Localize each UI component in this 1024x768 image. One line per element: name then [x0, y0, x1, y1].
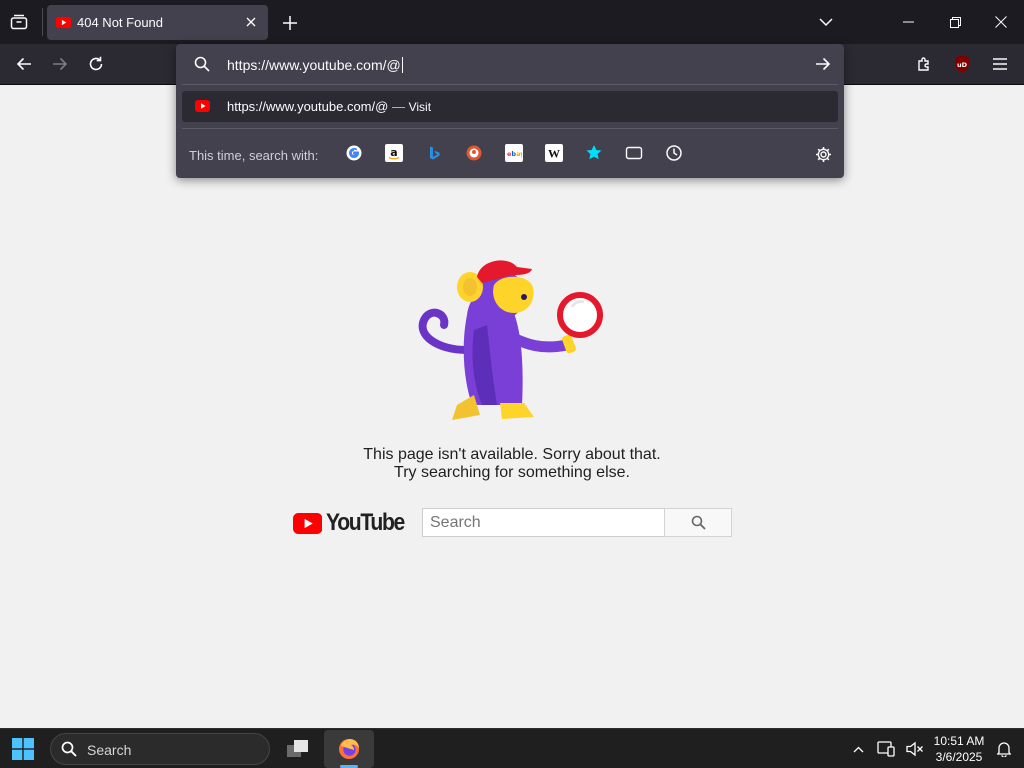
windows-start-icon[interactable]	[11, 737, 35, 761]
youtube-search-input[interactable]	[422, 508, 665, 537]
minimize-icon[interactable]	[897, 11, 919, 33]
bing-engine-icon[interactable]	[425, 144, 443, 162]
new-tab-icon[interactable]	[279, 12, 301, 34]
text-caret	[401, 57, 403, 73]
svg-text:a: a	[390, 146, 397, 159]
taskbar-firefox-button[interactable]	[324, 730, 374, 768]
history-clock-icon[interactable]	[665, 144, 683, 162]
close-window-icon[interactable]	[990, 11, 1012, 33]
suggestion-url: https://www.youtube.com/@ — Visit	[227, 99, 432, 114]
go-arrow-icon[interactable]	[812, 53, 834, 75]
search-icon	[691, 515, 706, 530]
divider	[182, 128, 838, 129]
svg-text:ebay: ebay	[507, 150, 522, 158]
suggestion-action: Visit	[408, 100, 432, 114]
list-all-tabs-icon[interactable]	[815, 11, 837, 33]
tab-list-icon[interactable]	[8, 12, 30, 32]
close-tab-icon[interactable]	[241, 12, 261, 32]
amazon-engine-icon[interactable]: a	[385, 144, 403, 162]
divider	[182, 84, 838, 85]
settings-gear-icon[interactable]	[812, 143, 834, 165]
volume-muted-icon[interactable]	[904, 738, 926, 760]
task-view-icon[interactable]	[285, 737, 311, 761]
one-off-search-label: This time, search with:	[189, 148, 319, 163]
error-message: This page isn't available. Sorry about t…	[312, 446, 712, 482]
youtube-logo-text: YouTube	[326, 509, 405, 536]
bookmarks-star-icon[interactable]	[585, 144, 603, 162]
ebay-engine-icon[interactable]: ebay	[505, 144, 523, 162]
page-content: This page isn't available. Sorry about t…	[0, 85, 1024, 728]
youtube-logo[interactable]: YouTube	[293, 509, 415, 536]
restore-icon[interactable]	[944, 11, 966, 33]
clock-time: 10:51 AM	[933, 734, 985, 748]
url-input[interactable]: https://www.youtube.com/@	[227, 57, 403, 73]
taskbar: Search 10:51 AM 3/6/2025	[0, 728, 1024, 768]
error-message-line1: This page isn't available. Sorry about t…	[363, 446, 661, 463]
search-icon	[192, 54, 212, 74]
url-suggestion-row[interactable]: https://www.youtube.com/@ — Visit	[182, 91, 838, 122]
url-bar-popup: https://www.youtube.com/@ https://www.yo…	[176, 44, 844, 178]
chevron-up-icon[interactable]	[848, 739, 868, 759]
reload-icon[interactable]	[85, 53, 107, 75]
ublock-icon[interactable]: uD	[950, 52, 974, 76]
menu-icon[interactable]	[989, 53, 1011, 75]
title-bar: 404 Not Found	[0, 0, 1024, 44]
tab-active[interactable]: 404 Not Found	[47, 5, 268, 40]
taskbar-search-label: Search	[87, 742, 132, 758]
youtube-play-icon	[293, 512, 323, 534]
tab-title: 404 Not Found	[77, 15, 164, 30]
youtube-favicon-icon	[56, 16, 71, 29]
duckduckgo-engine-icon[interactable]	[465, 144, 483, 162]
tablet-device-icon[interactable]	[875, 738, 897, 760]
svg-text:W: W	[548, 147, 560, 161]
firefox-icon	[336, 737, 362, 761]
forward-icon	[49, 53, 71, 75]
extensions-icon[interactable]	[913, 53, 935, 75]
taskbar-search-box[interactable]: Search	[50, 733, 270, 765]
clock-date: 3/6/2025	[935, 750, 983, 764]
notification-bell-icon[interactable]	[993, 738, 1015, 760]
back-icon[interactable]	[13, 53, 35, 75]
system-clock[interactable]: 10:51 AM 3/6/2025	[928, 733, 990, 765]
youtube-favicon-icon	[195, 100, 210, 112]
error-message-line2: Try searching for something else.	[394, 464, 630, 481]
youtube-search-button[interactable]	[664, 508, 732, 537]
wikipedia-engine-icon[interactable]: W	[545, 144, 563, 162]
tabs-icon[interactable]	[625, 144, 643, 162]
monkey-illustration	[418, 260, 603, 420]
search-icon	[60, 740, 78, 758]
ublock-badge: uD	[957, 61, 968, 69]
google-engine-icon[interactable]	[345, 144, 363, 162]
